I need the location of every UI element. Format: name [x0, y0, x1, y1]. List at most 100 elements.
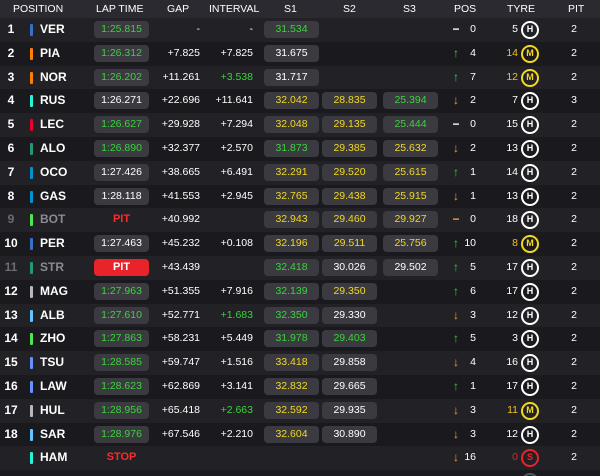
positions-changed: 16 — [464, 451, 476, 464]
pit-stop-count: 2 — [571, 356, 577, 369]
driver-row[interactable]: 9 BOT PIT +40.992 32.943 29.460 29.927−0 18 H 2 — [0, 208, 600, 233]
gap-to-leader: +38.665 — [161, 165, 200, 178]
sector-3-time: 29.502 — [383, 259, 438, 276]
driver-row[interactable]: 12 MAG 1:27.963 +51.355 +7.916 32.139 29.350 ↑ 6… — [0, 279, 600, 304]
position-number: 14 — [4, 331, 18, 346]
sector-3-time: 25.394 — [383, 92, 438, 110]
tyre-age: 0 — [512, 451, 518, 464]
position-number: 15 — [4, 355, 18, 370]
header-tyre: TYRE — [507, 3, 536, 15]
header-s1: S1 — [284, 3, 297, 15]
pit-stop-count: 2 — [571, 237, 577, 250]
driver-code: LEC — [40, 117, 64, 132]
lap-time: 1:28.585 — [94, 354, 149, 372]
driver-row[interactable]: 8 GAS 1:28.118 +41.553 +2.945 32.765 29.438 25.… — [0, 184, 600, 209]
positions-changed: 8 — [462, 470, 476, 476]
lap-time: 1:27.426 — [94, 163, 149, 181]
driver-row[interactable]: 18 SAR 1:28.976 +67.546 +2.210 32.604 30.890 ↓ 3… — [0, 422, 600, 447]
pit-stop-count: 2 — [565, 470, 583, 476]
tyre-age: 8 — [512, 237, 518, 250]
sector-1-time: 32.291 — [264, 163, 319, 181]
gap-to-leader: +67.546 — [161, 427, 200, 440]
sector-2-time: 29.438 — [322, 187, 377, 205]
driver-row[interactable]: HAM STOP ↓ 16 0 S 2 — [0, 446, 600, 471]
sector-1-time: 32.196 — [264, 235, 319, 253]
driver-row[interactable]: 7 OCO 1:27.426 +38.665 +6.491 32.291 29.520 25.… — [0, 160, 600, 185]
driver-row[interactable]: 15 TSU 1:28.585 +59.747 +1.516 33.418 29.858 ↓ 4… — [0, 351, 600, 375]
tyre-compound-icon: H — [521, 187, 539, 206]
gap-to-leader: +32.377 — [161, 142, 200, 154]
driver-row[interactable]: 1 VER 1:25.815- -31.534−0 5 H 2 — [0, 18, 600, 42]
gap-to-leader: +22.696 — [161, 94, 200, 107]
driver-row[interactable]: 13 ALB 1:27.610 +52.771 +1.683 32.350 29.330 ↓ 3… — [0, 303, 600, 328]
lap-time: 1:27.463 — [94, 235, 149, 253]
driver-row[interactable]: 11 STR PIT +43.439 32.418 30.026 29.502 ↑ 5 17 H 2 — [0, 256, 600, 280]
tyre-compound-icon: H — [521, 306, 539, 325]
sector-2-time: 29.460 — [322, 211, 377, 229]
gap-to-leader: +40.992 — [161, 213, 200, 226]
driver-code: HUL — [40, 402, 65, 417]
driver-code: ZHO — [40, 331, 66, 346]
tyre-compound-icon: H — [521, 21, 539, 39]
driver-row[interactable]: 5 LEC 1:26.627 +29.928 +7.294 32.048 29.135 25.… — [0, 113, 600, 137]
positions-changed: 5 — [470, 332, 476, 345]
driver-row[interactable]: 3 NOR 1:26.202 +11.261 +3.538 31.717 ↑ 7 12 M 2 — [0, 65, 600, 90]
driver-row[interactable]: 6 ALO 1:26.890 +32.377 +2.570 31.873 29.385 25.… — [0, 137, 600, 161]
pit-stop-count: 2 — [571, 261, 577, 273]
driver-code: LAW — [40, 379, 67, 393]
sector-1-time: 32.832 — [264, 378, 319, 395]
dash-icon: − — [452, 22, 460, 36]
positions-changed: 3 — [470, 427, 476, 440]
position-number: 5 — [7, 117, 15, 132]
position-number: 2 — [7, 45, 15, 60]
sector-2-time: 29.403 — [322, 330, 377, 348]
driver-row[interactable]: 4 RUS 1:26.271 +22.696 +11.641 32.042 28.835 25… — [0, 89, 600, 114]
driver-row[interactable]: 14 ZHO 1:27.863 +58.231 +5.449 31.978 29.403 ↑ 5… — [0, 327, 600, 352]
positions-changed: 1 — [470, 380, 476, 392]
sector-2-time: 29.350 — [322, 282, 377, 300]
gap-to-leader: +43.439 — [161, 261, 200, 273]
interval: +3.538 — [220, 70, 253, 83]
tyre-age: 12 — [506, 308, 518, 321]
gap-to-leader — [150, 446, 200, 470]
tyre-age: 12 — [506, 427, 518, 440]
tyre-compound-icon: H — [521, 354, 539, 373]
positions-changed: 1 — [470, 189, 476, 202]
tyre-age: 15 — [506, 118, 518, 131]
driver-code: MAG — [40, 283, 68, 298]
position-number: 6 — [7, 141, 15, 155]
sector-1-time: 32.139 — [264, 282, 319, 300]
interval: +5.449 — [220, 332, 253, 345]
driver-code: HAM — [40, 450, 68, 465]
positions-changed: 7 — [470, 70, 476, 83]
position-number: 7 — [7, 164, 15, 179]
header-position: POSITION — [13, 3, 64, 15]
pit-stop-count: 2 — [571, 427, 577, 440]
team-color-bar — [30, 262, 33, 274]
sector-2-time: 29.665 — [322, 378, 377, 395]
gap-to-leader: +62.869 — [161, 380, 200, 392]
interval: +0.108 — [220, 237, 253, 250]
driver-row[interactable]: 10 PER 1:27.463 +45.232 +0.108 32.196 29.511 25… — [0, 232, 600, 256]
tyre-compound-icon: H — [521, 282, 539, 301]
sector-3-time: 25.915 — [383, 187, 438, 205]
header-lap-time: LAP TIME — [96, 3, 144, 15]
driver-row[interactable]: 16 LAW 1:28.623 +62.869 +3.141 32.832 29.665 ↑ 1… — [0, 375, 600, 399]
driver-code: PIA — [40, 45, 61, 60]
position-number: 4 — [7, 93, 15, 108]
position-number: 8 — [7, 188, 15, 203]
positions-changed: 6 — [470, 284, 476, 297]
driver-row[interactable]: SAIRETIRED↓80S2 — [0, 470, 600, 476]
team-color-bar — [30, 95, 33, 108]
lap-time: 1:26.890 — [94, 140, 149, 157]
lap-time: 1:27.610 — [94, 306, 149, 324]
driver-code: VER — [40, 22, 65, 36]
driver-row[interactable]: 2 PIA 1:26.312 +7.825 +7.825 31.675 ↑ 4 14 M 2 — [0, 41, 600, 66]
tyre-compound-icon: H — [521, 330, 539, 349]
header-s2: S2 — [343, 3, 356, 15]
team-color-bar — [30, 381, 33, 393]
interval — [200, 256, 253, 280]
arrow-up-icon: ↑ — [453, 69, 459, 84]
driver-row[interactable]: 17 HUL 1:28.956 +65.418 +2.663 32.592 29.935 ↓ 3… — [0, 398, 600, 423]
position-number: 11 — [4, 260, 18, 274]
